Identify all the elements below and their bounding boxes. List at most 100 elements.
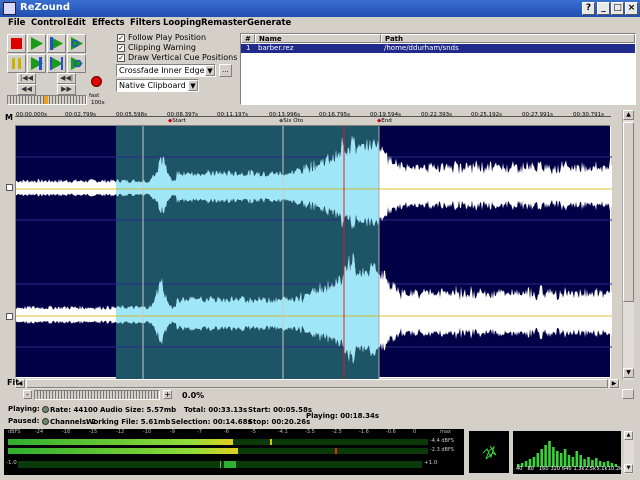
analyzer-scrollbar[interactable]: ▲ ▼ — [624, 431, 634, 474]
right-peak-marker — [335, 448, 337, 454]
start-position: Start: 00:05.58s — [248, 406, 312, 414]
menu-edit[interactable]: Edit — [67, 18, 86, 28]
selection-length: Selection: 00:14.68s — [171, 418, 252, 426]
meter-scale-label: -3.5 — [305, 429, 315, 435]
sample-rate: Rate: 44100 — [50, 406, 98, 414]
play-loop-button[interactable] — [67, 34, 86, 53]
channel-1-checkbox[interactable] — [6, 184, 13, 191]
play-button[interactable] — [27, 34, 46, 53]
row-name: barber.rez — [258, 44, 294, 52]
ruler-tick: 00:05.598s — [116, 112, 147, 118]
zoom-out-button[interactable]: - — [23, 390, 32, 399]
column-header-number[interactable]: # — [241, 34, 255, 43]
analyzer-tick-label: 40 — [516, 466, 523, 472]
fit-button[interactable]: Fit — [7, 378, 19, 387]
chevron-down-icon[interactable]: ▼ — [188, 80, 198, 91]
horizontal-scrollbar[interactable]: ◀ ▶ — [15, 379, 620, 389]
analyzer-up-button[interactable]: ▲ — [624, 431, 633, 440]
right-channel-meter — [8, 448, 428, 454]
playing-led-icon — [42, 405, 50, 413]
play-selection-icon — [50, 37, 63, 50]
meter-scale-label: -7 — [197, 429, 202, 435]
waveform-view[interactable] — [15, 125, 612, 379]
menu-generate[interactable]: Generate — [247, 18, 291, 28]
jump-to-start-button[interactable]: |◀◀ — [17, 73, 36, 84]
paused-indicator: Paused: — [8, 417, 49, 425]
shuttle-thumb[interactable] — [44, 96, 48, 104]
maximize-button[interactable]: □ — [611, 2, 624, 15]
stop-button[interactable] — [7, 34, 26, 53]
fast-forward-button[interactable]: ▶▶ — [57, 84, 76, 95]
balance-bar — [224, 461, 236, 468]
balance-right-label: +1.0 — [424, 460, 438, 466]
help-button[interactable]: ? — [582, 2, 595, 15]
rewind-button[interactable]: ◀◀ — [17, 84, 36, 95]
meter-scale-label: 0 — [413, 429, 417, 435]
crossfade-settings-button[interactable]: ... — [219, 64, 232, 77]
analyzer-tick-label: 320 — [550, 466, 561, 472]
checkbox-box[interactable]: ✓ — [117, 34, 125, 42]
analyzer-tick-label: 2.5k — [585, 466, 596, 472]
meter-scale-label: -2.5 — [332, 429, 342, 435]
vertical-scrollbar[interactable]: ▲ ▼ — [622, 110, 634, 380]
cue-six-oto[interactable]: ◆Six Oto — [279, 118, 303, 124]
chevron-down-icon[interactable]: ▼ — [205, 65, 215, 76]
meter-scale: dBFS -24 -18 -15 -12 -10 -9 -7 -6 -5 -4.1 -3.5 -2.5 -… — [4, 429, 464, 437]
play-from-start-button[interactable] — [27, 54, 46, 73]
meter-scale-label: -10 — [143, 429, 152, 435]
clipboard-select[interactable]: Native Clipboard 1 ▼ — [116, 79, 199, 92]
column-header-name[interactable]: Name — [255, 34, 381, 43]
play-selection-loop-button[interactable] — [47, 54, 66, 73]
cue-label: Start — [172, 118, 186, 124]
app-icon[interactable] — [3, 2, 16, 15]
cue-end[interactable]: ◆End — [377, 118, 392, 124]
waveform-canvas[interactable] — [16, 126, 612, 379]
menu-filters[interactable]: Filters — [130, 18, 161, 28]
channel-2-checkbox[interactable] — [6, 313, 13, 320]
add-cue-marker-button[interactable]: M — [5, 113, 13, 122]
menu-remaster[interactable]: Remaster — [201, 18, 247, 28]
shuttle-slider[interactable] — [7, 95, 87, 105]
table-row[interactable]: 1 barber.rez /home/ddurham/snds — [241, 44, 635, 53]
scroll-up-button[interactable]: ▲ — [623, 110, 634, 120]
play-loop-gap-button[interactable] — [67, 54, 86, 73]
pause-button[interactable] — [7, 54, 26, 73]
column-header-path[interactable]: Path — [381, 34, 635, 43]
ruler-tick: 00:25.192s — [471, 112, 502, 118]
play-selection-button[interactable] — [47, 34, 66, 53]
horizontal-scroll-thumb[interactable] — [26, 379, 608, 388]
cue-label: Six Oto — [283, 118, 304, 124]
menu-file[interactable]: File — [8, 18, 25, 28]
paused-led-icon — [41, 417, 49, 425]
analyzer-down-button[interactable]: ▼ — [624, 464, 633, 473]
analyzer-tick-label: 5.1k — [596, 466, 608, 472]
checkbox-box[interactable]: ✓ — [117, 44, 125, 52]
menu-looping[interactable]: Looping — [163, 18, 201, 28]
cue-label: End — [381, 118, 392, 124]
checkbox-box[interactable]: ✓ — [117, 54, 125, 62]
cue-start[interactable]: ◆Start — [168, 118, 186, 124]
menu-effects[interactable]: Effects — [92, 18, 125, 28]
menu-control[interactable]: Control — [31, 18, 66, 28]
open-files-table[interactable]: # Name Path 1 barber.rez /home/ddurham/s… — [240, 33, 636, 105]
meter-scale-label: -15 — [89, 429, 98, 435]
scroll-down-button[interactable]: ▼ — [623, 368, 634, 378]
ruler-tick: 00:22.393s — [421, 112, 452, 118]
scroll-right-button[interactable]: ▶ — [609, 379, 619, 388]
analyzer-bar — [540, 449, 543, 467]
crossfade-select[interactable]: Crossfade Inner Edges ▼ — [116, 64, 216, 77]
zoom-in-button[interactable]: + — [163, 390, 172, 399]
clipping-warning-label: Clipping Warning — [128, 43, 196, 52]
minimize-button[interactable]: _ — [597, 2, 610, 15]
analyzer-bar — [563, 449, 567, 467]
time-ruler[interactable]: 00:00.000s 00:02.799s 00:05.598s 00:08.3… — [15, 110, 611, 125]
scroll-thumb[interactable] — [623, 122, 634, 302]
jump-prev-cue-button[interactable]: ◀◀| — [57, 73, 76, 84]
close-button[interactable]: × — [625, 2, 638, 15]
meter-scale-label: -12 — [116, 429, 125, 435]
record-button[interactable] — [91, 76, 102, 87]
meter-scale-label: -0.6 — [386, 429, 396, 435]
analyzer-tick-label: 80 — [527, 466, 534, 472]
corner-button[interactable] — [622, 389, 634, 399]
zoom-slider[interactable] — [34, 390, 160, 400]
